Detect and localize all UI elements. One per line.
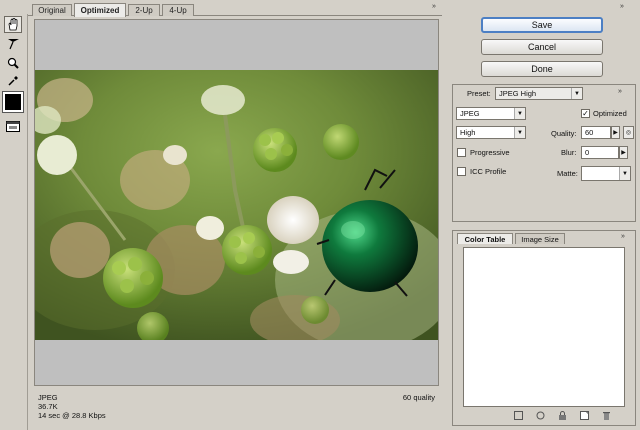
berry-cluster-1 xyxy=(253,128,297,172)
tab-image-size[interactable]: Image Size xyxy=(515,233,565,244)
browser-preview-icon[interactable] xyxy=(4,118,22,135)
zoom-icon[interactable] xyxy=(4,54,22,71)
quality-slider-arrow-icon[interactable]: ▶ xyxy=(611,126,620,139)
optimized-checkbox[interactable]: ✓ xyxy=(581,109,590,118)
tab-original[interactable]: Original xyxy=(32,4,72,16)
save-button[interactable]: Save xyxy=(481,17,603,33)
optimize-settings-panel: Preset: JPEG High ▼ » JPEG ▼ ✓ Optimized… xyxy=(452,84,636,222)
tab-color-table[interactable]: Color Table xyxy=(457,233,513,244)
chevron-down-icon: ▼ xyxy=(571,88,582,99)
color-table-panel: Color Table Image Size » xyxy=(452,230,636,426)
tab-2-up[interactable]: 2-Up xyxy=(128,4,160,16)
tools-panel xyxy=(0,14,28,430)
trash-icon[interactable] xyxy=(601,410,611,420)
optimization-info: JPEG 36.7K 14 sec @ 28.8 Kbps 60 quality xyxy=(34,390,439,428)
quality-preset-value: High xyxy=(460,128,476,137)
web-shift-icon[interactable] xyxy=(535,410,545,420)
quality-value: 60 xyxy=(585,128,594,137)
color-table-grid[interactable] xyxy=(463,247,625,407)
icc-profile-label: ICC Profile xyxy=(470,167,507,176)
chevron-down-icon: ▼ xyxy=(619,167,630,180)
collapse-arrows-icon[interactable]: » xyxy=(432,3,436,10)
tab-optimized[interactable]: Optimized xyxy=(74,3,126,17)
tab-4-up[interactable]: 4-Up xyxy=(162,4,194,16)
map-color-icon[interactable] xyxy=(513,410,523,420)
progressive-label: Progressive xyxy=(470,148,510,157)
view-tabs: Original Optimized 2-Up 4-Up xyxy=(28,2,442,17)
status-quality: 60 quality xyxy=(402,393,435,402)
slice-select-icon[interactable] xyxy=(4,35,22,52)
format-select[interactable]: JPEG ▼ xyxy=(456,107,526,120)
optimized-label: Optimized xyxy=(593,109,627,118)
status-size: 36.7K xyxy=(38,402,58,411)
panel-menu-icon[interactable]: » xyxy=(621,233,625,240)
status-format: JPEG xyxy=(38,393,58,402)
preset-select[interactable]: JPEG High ▼ xyxy=(495,87,583,100)
image-preview[interactable] xyxy=(34,19,439,386)
matte-select[interactable]: ▼ xyxy=(581,166,631,181)
progressive-checkbox[interactable] xyxy=(457,148,466,157)
quality-label: Quality: xyxy=(551,129,577,138)
done-button[interactable]: Done xyxy=(481,61,603,77)
status-download-time: 14 sec @ 28.8 Kbps xyxy=(38,411,106,420)
panel-menu-icon[interactable]: » xyxy=(618,88,622,95)
quality-preset-select[interactable]: High ▼ xyxy=(456,126,526,139)
cancel-button[interactable]: Cancel xyxy=(481,39,603,55)
preview-photo xyxy=(35,70,438,340)
eyedropper-icon[interactable] xyxy=(4,72,22,89)
blur-slider-arrow-icon[interactable]: ▶ xyxy=(619,146,628,159)
matte-label: Matte: xyxy=(557,169,578,178)
quality-input[interactable]: 60 xyxy=(581,126,611,139)
icc-profile-checkbox[interactable] xyxy=(457,167,466,176)
eyedropper-color-swatch[interactable] xyxy=(2,91,24,113)
new-color-icon[interactable] xyxy=(579,410,589,420)
lock-color-icon[interactable] xyxy=(557,410,567,420)
color-table-toolbar xyxy=(513,410,623,422)
chevron-down-icon: ▼ xyxy=(514,108,525,119)
blur-input[interactable]: 0 xyxy=(581,146,619,159)
format-value: JPEG xyxy=(460,109,480,118)
hand-tool-icon[interactable] xyxy=(4,16,22,33)
blur-label: Blur: xyxy=(561,148,577,157)
chevron-down-icon: ▼ xyxy=(514,127,525,138)
quality-mask-icon[interactable]: ◎ xyxy=(623,126,634,139)
preset-label: Preset: xyxy=(467,89,491,98)
collapse-arrows-icon[interactable]: » xyxy=(620,3,624,10)
preset-value: JPEG High xyxy=(499,89,537,98)
blur-value: 0 xyxy=(585,148,590,157)
